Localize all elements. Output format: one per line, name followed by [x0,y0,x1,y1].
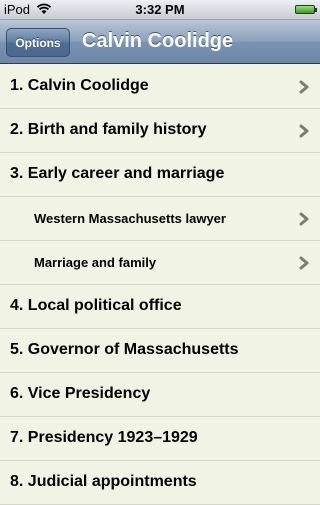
chevron-right-icon [299,80,309,94]
options-button[interactable]: Options [6,28,70,57]
status-bar: iPod 3:32 PM [0,0,320,20]
chevron-right-icon [299,212,309,226]
list-item-label: Western Massachusetts lawyer [34,211,226,226]
list-item[interactable]: 6. Vice Presidency [0,373,320,417]
chevron-right-icon [299,124,309,138]
list-item-label: 5. Governor of Massachusetts [10,341,239,358]
list-item[interactable]: 3. Early career and marriage [0,153,320,197]
navigation-bar: Options Calvin Coolidge [0,20,320,64]
list-item[interactable]: 7. Presidency 1923–1929 [0,417,320,461]
list-item-label: 8. Judicial appointments [10,473,197,490]
list-item-label: 3. Early career and marriage [10,165,225,182]
list-item[interactable]: 4. Local political office [0,285,320,329]
list-item[interactable]: 5. Governor of Massachusetts [0,329,320,373]
list-item-label: 2. Birth and family history [10,121,207,138]
page-title: Calvin Coolidge [82,30,234,52]
list-item[interactable]: 2. Birth and family history [0,109,320,153]
list-subitem[interactable]: Western Massachusetts lawyer [0,197,320,241]
list-item[interactable]: 1. Calvin Coolidge [0,65,320,109]
chevron-right-icon [299,256,309,270]
list-item-label: 1. Calvin Coolidge [10,77,149,94]
clock: 3:32 PM [135,2,185,17]
chapter-list: 1. Calvin Coolidge 2. Birth and family h… [0,65,320,505]
list-item-label: 4. Local political office [10,297,182,314]
list-item-label: Marriage and family [34,255,157,270]
list-subitem[interactable]: Marriage and family [0,241,320,285]
list-item-label: 7. Presidency 1923–1929 [10,429,198,446]
list-item-label: 6. Vice Presidency [10,385,151,402]
battery-icon [295,5,317,14]
list-item[interactable]: 8. Judicial appointments [0,461,320,505]
